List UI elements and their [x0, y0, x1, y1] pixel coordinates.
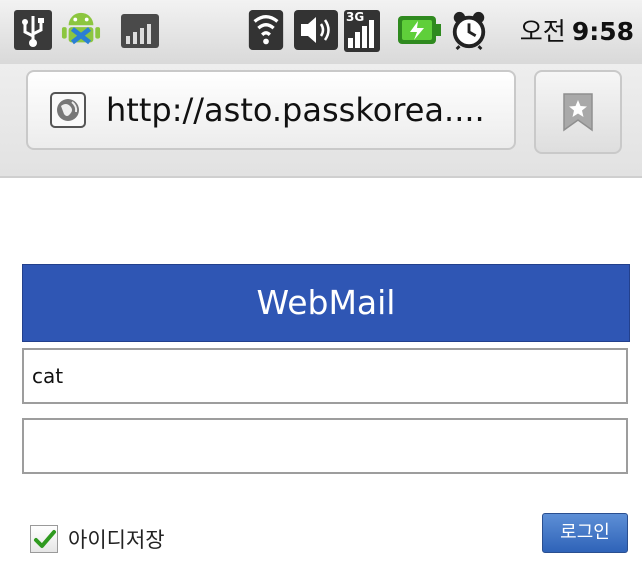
remember-id-checkbox[interactable] [30, 525, 58, 553]
password-input[interactable] [22, 418, 628, 474]
remember-id-label: 아이디저장 [68, 528, 165, 552]
wifi-icon [248, 10, 284, 50]
url-bar[interactable]: http://asto.passkorea.... [26, 70, 516, 150]
user-id-input[interactable]: cat [22, 348, 628, 404]
volume-icon [294, 10, 338, 50]
bookmark-button[interactable] [534, 70, 622, 154]
webmail-title-bar: WebMail [22, 264, 630, 342]
login-button[interactable]: 로그인 [542, 513, 628, 553]
checkmark-icon [34, 530, 56, 548]
android-debug-icon [61, 12, 101, 45]
am-pm-label: 오전 [519, 17, 566, 46]
status-time: 오전 9:58 [520, 12, 634, 52]
clock-time: 9:58 [571, 17, 634, 46]
status-bar: 3G 오전 9:58 [0, 0, 642, 65]
remember-id-option[interactable]: 아이디저장 [30, 522, 165, 556]
browser-toolbar: http://asto.passkorea.... [0, 64, 642, 178]
bookmark-icon [563, 93, 593, 132]
sd-card-icon [121, 14, 159, 48]
3g-signal-icon: 3G [344, 10, 380, 52]
url-text: http://asto.passkorea.... [106, 91, 485, 129]
battery-charging-icon [398, 16, 441, 44]
alarm-clock-icon [452, 11, 486, 50]
usb-icon [14, 10, 52, 50]
globe-icon [50, 92, 86, 128]
